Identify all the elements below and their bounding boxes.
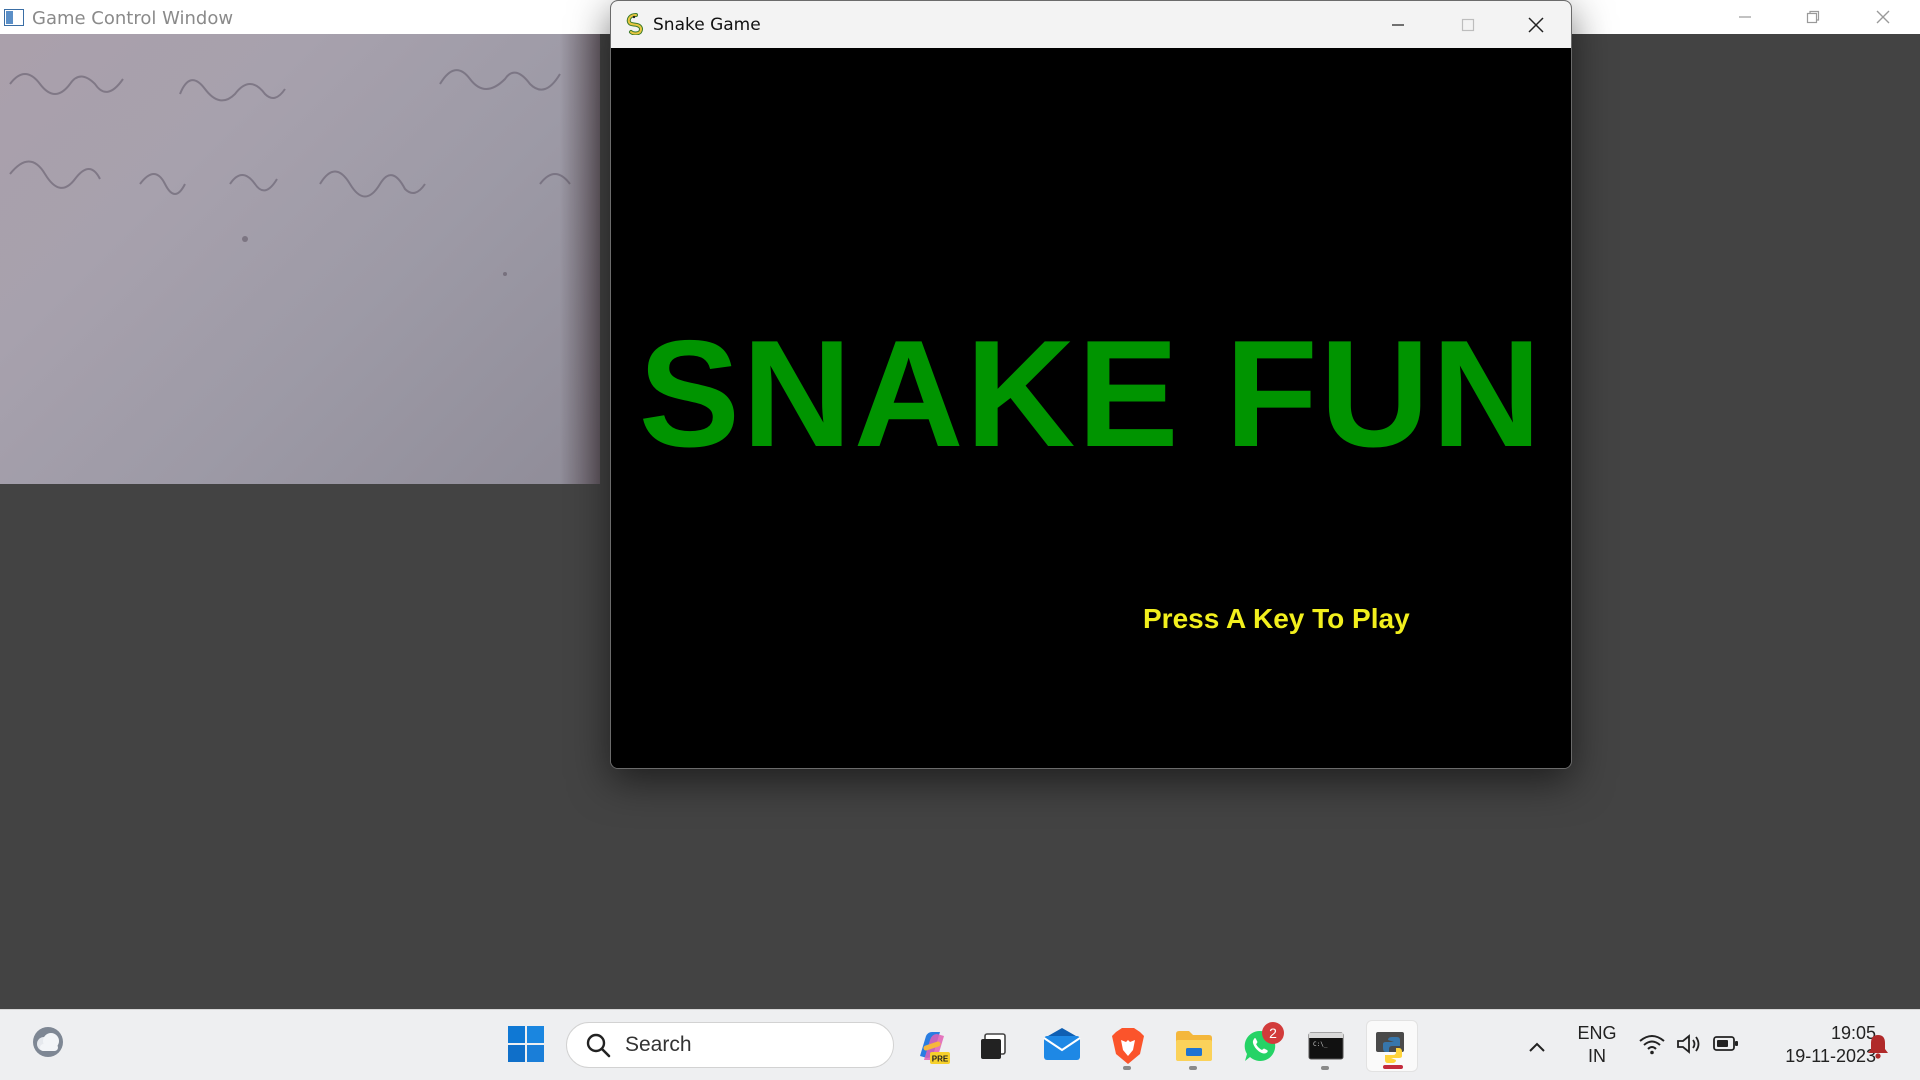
taskbar-app-file-explorer[interactable] [1168,1020,1220,1072]
minimize-icon [1739,16,1751,18]
copilot-pre-label: PRE [932,1055,949,1064]
system-clock[interactable]: 19:05 19-11-2023 [1746,1022,1876,1068]
wifi-icon[interactable] [1638,1032,1666,1056]
folder-icon [1176,1031,1212,1061]
minimize-button[interactable] [1710,0,1780,34]
active-indicator [1383,1065,1403,1069]
webcam-feed [0,34,600,484]
close-button[interactable] [1848,0,1918,34]
task-view-icon [981,1033,1006,1059]
taskbar-app-terminal[interactable]: C:\_ [1300,1020,1352,1072]
control-window-title: Game Control Window [32,8,234,29]
running-indicator [1189,1066,1197,1070]
weather-widget-icon [33,1027,63,1057]
clock-time: 19:05 [1830,1023,1876,1043]
start-prompt: Press A Key To Play [1143,603,1410,634]
running-indicator [1321,1066,1329,1070]
snake-window-title: Snake Game [653,15,761,35]
taskbar-app-whatsapp[interactable]: 2 [1234,1020,1286,1072]
language-code: ENG [1577,1023,1617,1043]
close-button[interactable] [1501,1,1571,48]
brave-icon [1112,1028,1144,1064]
notification-badge: 2 [1262,1022,1284,1044]
taskbar-app-task-view[interactable] [967,1020,1019,1072]
taskbar-app-mail[interactable] [1036,1020,1088,1072]
snake-game-window: Snake Game SNAKE FUN Press A Key To Play [610,0,1572,769]
snake-window-titlebar[interactable]: Snake Game [611,1,1571,48]
minimize-button[interactable] [1363,1,1433,48]
search-box[interactable]: Search [566,1022,894,1068]
game-canvas[interactable]: SNAKE FUN Press A Key To Play [611,48,1571,768]
running-indicator [1123,1066,1131,1070]
restore-icon [1806,10,1820,24]
notification-bell-icon[interactable] [1866,1032,1890,1060]
taskbar-app-copilot[interactable]: PRE [906,1020,958,1072]
minimize-icon [1392,23,1404,26]
copilot-icon: PRE [920,1032,950,1064]
close-icon [1528,16,1544,33]
start-button[interactable] [507,1025,547,1065]
restore-button[interactable] [1778,0,1848,34]
volume-icon[interactable] [1675,1032,1703,1056]
close-icon [1876,10,1890,24]
terminal-icon: C:\_ [1308,1032,1344,1060]
game-title: SNAKE FUN [638,309,1544,479]
taskbar-app-python[interactable] [1366,1020,1418,1072]
svg-text:C:\_: C:\_ [1313,1041,1328,1048]
taskbar-app-brave[interactable] [1102,1020,1154,1072]
webcam-shadow [560,34,600,484]
chevron-up-icon[interactable] [1522,1032,1552,1062]
widgets-button[interactable] [28,1022,68,1062]
mail-icon [1043,1028,1081,1060]
webcam-image [9,69,571,276]
battery-icon[interactable] [1712,1034,1740,1054]
python-icon [1376,1032,1404,1063]
clock-date: 19-11-2023 [1785,1046,1876,1066]
windows-logo-icon [508,1026,544,1062]
search-icon [586,1033,611,1058]
taskbar: Search PRE 2 C:\_ ENG IN 19:05 19-11-202… [0,1009,1920,1080]
search-placeholder: Search [625,1033,692,1056]
app-window-icon [4,9,24,26]
maximize-icon [1461,18,1475,31]
maximize-button[interactable] [1433,1,1503,48]
region-code: IN [1588,1046,1606,1066]
language-indicator[interactable]: ENG IN [1572,1022,1622,1068]
pygame-snake-icon [626,13,643,35]
